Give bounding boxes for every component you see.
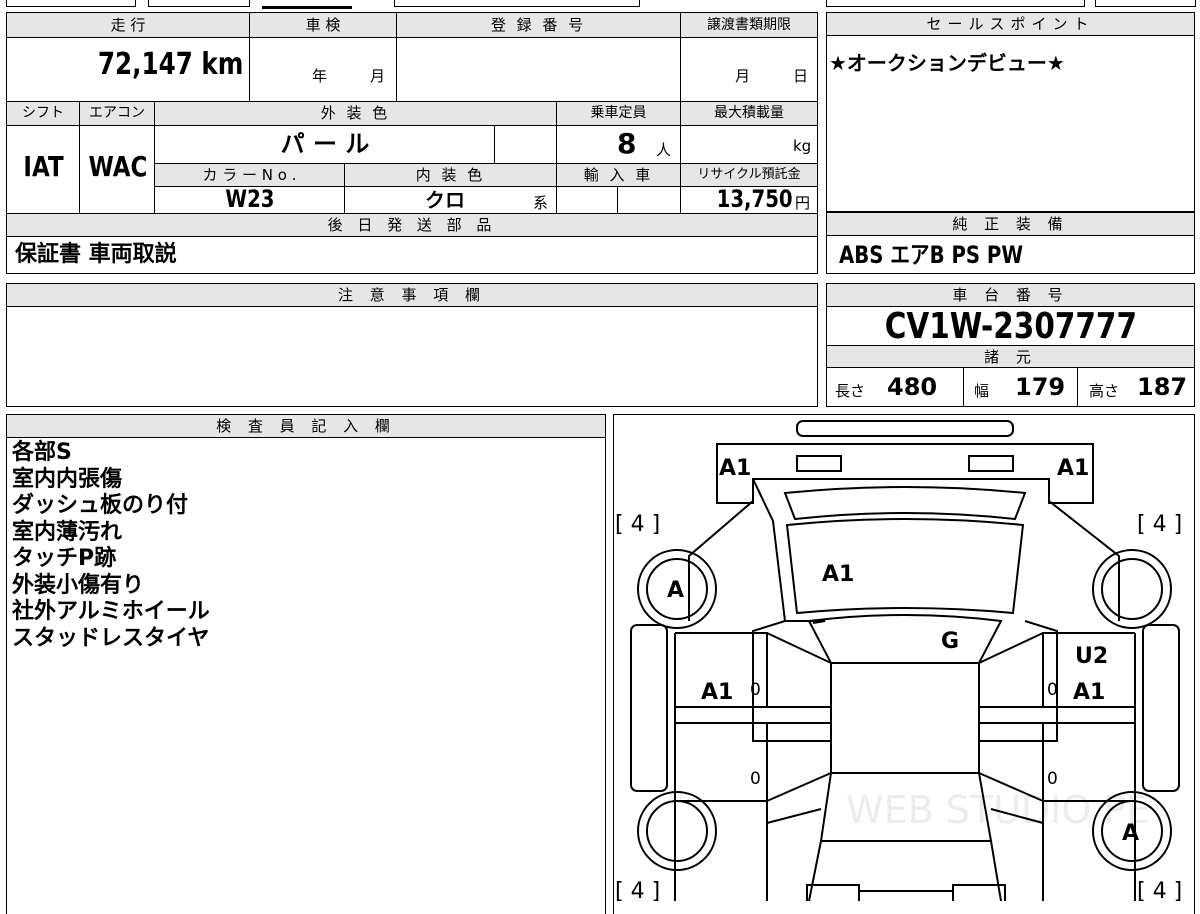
mark-front-left-wheel: A <box>667 578 684 603</box>
spec-width-value: 179 <box>1015 373 1066 401</box>
aircon-value: WAC <box>88 150 147 183</box>
vehicle-damage-diagram: WEB STUDIO PE A1 A1 A1 G A1 U2 A1 A A [ … <box>615 420 1182 901</box>
tread-front-right: [ 4 ] <box>1137 512 1182 537</box>
spec-height-value: 187 <box>1137 373 1188 401</box>
later-parts-value: 保証書 車両取説 <box>15 242 177 267</box>
inspector-note: ダッシュ板のり付 <box>12 493 189 518</box>
zero-mark: 0 <box>750 680 761 700</box>
shift-label: シフト <box>7 102 80 125</box>
recycle-value: 13,750 <box>717 185 793 213</box>
recycle-unit: 円 <box>795 194 811 212</box>
chassis-box: 車 台 番 号 CV1W-2307777 諸 元 長さ 480 幅 179 高さ… <box>826 283 1195 407</box>
specs-label: 諸 元 <box>827 345 1194 368</box>
inspector-note: 各部S <box>12 440 72 465</box>
mark-right-front-door: A1 <box>1073 680 1105 705</box>
notes-box: 注 意 事 項 欄 <box>6 283 818 407</box>
inspection-label: 車 検 <box>250 13 397 37</box>
spec-length-value: 480 <box>887 373 938 401</box>
chassis-value: CV1W-2307777 <box>884 306 1137 347</box>
top-cutoff-strip <box>0 0 1200 9</box>
inspector-label: 検 査 員 記 入 欄 <box>7 415 605 438</box>
color-no-value: W23 <box>225 185 275 213</box>
aircon-label: エアコン <box>80 102 155 125</box>
interior-color-label: 内 装 色 <box>345 164 557 186</box>
import-label: 輸 入 車 <box>557 164 681 186</box>
spec-height-label: 高さ <box>1089 382 1120 400</box>
mark-windshield: G <box>941 629 959 654</box>
genuine-equipment-label: 純 正 装 備 <box>827 213 1194 236</box>
spec-length-label: 長さ <box>835 382 866 400</box>
inspector-note: スタッドレスタイヤ <box>12 625 210 651</box>
zero-mark: 0 <box>750 769 761 789</box>
tread-rear-left: [ 4 ] <box>615 879 660 901</box>
inspection-month-unit: 月 <box>370 67 386 85</box>
sales-point-box: セールスポイント ★オークションデビュー★ <box>826 12 1195 212</box>
capacity-label: 乗車定員 <box>557 102 681 125</box>
max-load-label: 最大積載量 <box>714 105 784 121</box>
inspector-note: 室内内張傷 <box>12 466 123 492</box>
chassis-label: 車 台 番 号 <box>827 284 1194 307</box>
vehicle-info-table: 走 行 車 検 登 録 番 号 譲渡書類期限 72,147 km 年 月 月 日… <box>6 12 818 274</box>
interior-color-suffix: 系 <box>533 194 549 212</box>
damage-diagram-box: WEB STUDIO PE A1 A1 A1 G A1 U2 A1 A A [ … <box>613 414 1195 914</box>
mark-hood: A1 <box>822 562 854 587</box>
sales-point-value: ★オークションデビュー★ <box>829 51 1065 75</box>
capacity-value: 8 <box>617 127 637 160</box>
shift-value: IAT <box>23 150 64 183</box>
exterior-color-label: 外 装 色 <box>155 102 557 125</box>
inspector-note: 外装小傷有り <box>12 572 145 598</box>
transfer-deadline-label: 譲渡書類期限 <box>707 17 791 33</box>
mileage-value: 72,147 km <box>97 47 243 82</box>
later-parts-label: 後 日 発 送 部 品 <box>7 214 817 237</box>
tread-front-left: [ 4 ] <box>615 512 660 537</box>
sales-point-label: セールスポイント <box>827 13 1194 36</box>
mark-front-right: A1 <box>1057 456 1089 481</box>
inspector-note: 室内薄汚れ <box>12 519 123 545</box>
mark-front-left: A1 <box>719 456 751 481</box>
zero-mark: 0 <box>1047 680 1058 700</box>
mark-rear-right-wheel: A <box>1122 821 1139 846</box>
inspector-note: タッチP跡 <box>12 546 117 571</box>
zero-mark: 0 <box>1047 769 1058 789</box>
mileage-label: 走 行 <box>7 13 250 37</box>
inspector-note: 社外アルミホイール <box>12 599 210 624</box>
registration-value <box>397 37 681 101</box>
mark-right-front-door-top: U2 <box>1075 644 1108 669</box>
interior-color-value: クロ <box>425 188 465 212</box>
exterior-color-value: パ ー ル <box>280 130 370 158</box>
spec-width-label: 幅 <box>974 382 990 400</box>
transfer-month-unit: 月 <box>735 67 751 85</box>
capacity-unit: 人 <box>656 141 672 159</box>
notes-label: 注 意 事 項 欄 <box>7 284 817 307</box>
transfer-day-unit: 日 <box>793 67 809 85</box>
inspection-year-unit: 年 <box>312 67 328 85</box>
genuine-equipment-value: ABS エアB PS PW <box>839 241 1024 269</box>
mark-left-front-door: A1 <box>701 680 733 705</box>
tread-rear-right: [ 4 ] <box>1137 879 1182 901</box>
registration-label: 登 録 番 号 <box>397 13 681 37</box>
max-load-unit: kg <box>793 137 812 155</box>
genuine-equipment-box: 純 正 装 備 ABS エアB PS PW <box>826 212 1195 274</box>
inspector-notes-list: 各部S 室内内張傷 ダッシュ板のり付 室内薄汚れ タッチP跡 外装小傷有り 社外… <box>12 440 210 652</box>
